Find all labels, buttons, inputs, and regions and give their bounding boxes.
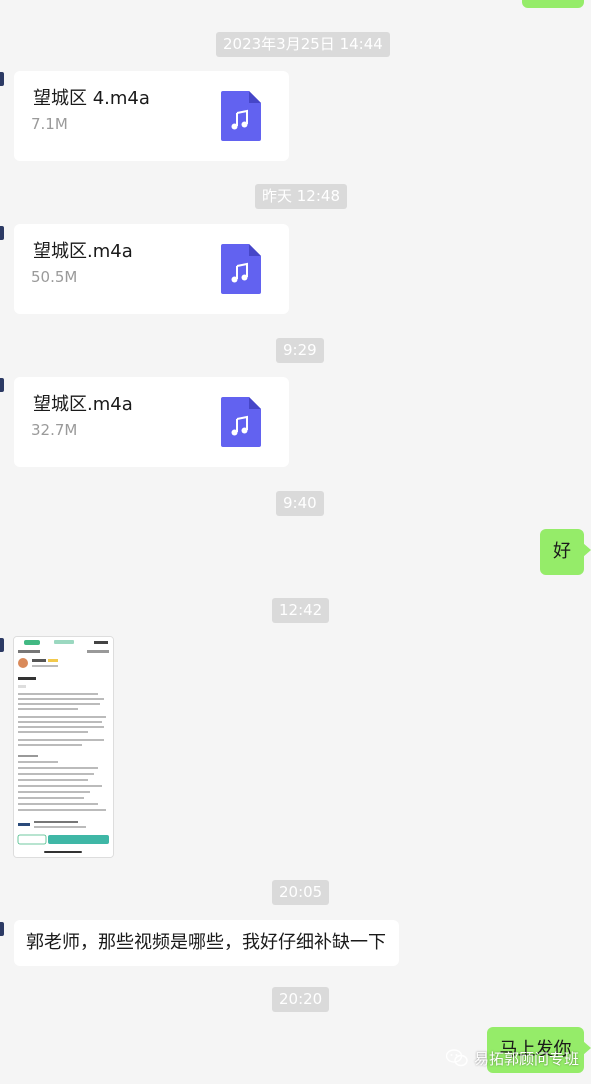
watermark-text: 易拓郭顾问专班 [474, 1049, 580, 1068]
file-name: 望城区 4.m4a [33, 88, 150, 109]
timestamp: 昨天 12:48 [255, 184, 347, 209]
watermark: 易拓郭顾问专班 [446, 1044, 579, 1072]
sender-avatar[interactable] [0, 638, 4, 652]
timestamp: 9:29 [276, 338, 324, 363]
incoming-message[interactable]: 郭老师，那些视频是哪些，我好仔细补缺一下 [14, 920, 399, 966]
file-message-card[interactable]: 望城区.m4a 32.7M [14, 377, 289, 467]
audio-file-icon [221, 397, 261, 447]
timestamp: 12:42 [272, 598, 330, 623]
file-size: 50.5M [31, 268, 78, 286]
job-posting-screenshot-thumbnail [14, 637, 113, 857]
screenshot-image-message[interactable] [13, 636, 114, 858]
previous-outgoing-bubble[interactable] [522, 0, 584, 8]
timestamp: 9:40 [276, 491, 324, 516]
timestamp: 20:05 [272, 880, 330, 905]
file-size: 32.7M [31, 421, 78, 439]
sender-avatar[interactable] [0, 378, 4, 392]
file-size: 7.1M [31, 115, 68, 133]
audio-file-icon [221, 244, 261, 294]
file-message-card[interactable]: 望城区 4.m4a 7.1M [14, 71, 289, 161]
timestamp: 20:20 [272, 987, 330, 1012]
file-name: 望城区.m4a [33, 241, 133, 262]
sender-avatar[interactable] [0, 226, 4, 240]
sender-avatar[interactable] [0, 922, 4, 936]
sender-avatar[interactable] [0, 72, 4, 86]
file-name: 望城区.m4a [33, 394, 133, 415]
audio-file-icon [221, 91, 261, 141]
wechat-icon [446, 1049, 468, 1067]
file-message-card[interactable]: 望城区.m4a 50.5M [14, 224, 289, 314]
timestamp: 2023年3月25日 14:44 [216, 32, 390, 57]
outgoing-message[interactable]: 好 [540, 529, 591, 575]
